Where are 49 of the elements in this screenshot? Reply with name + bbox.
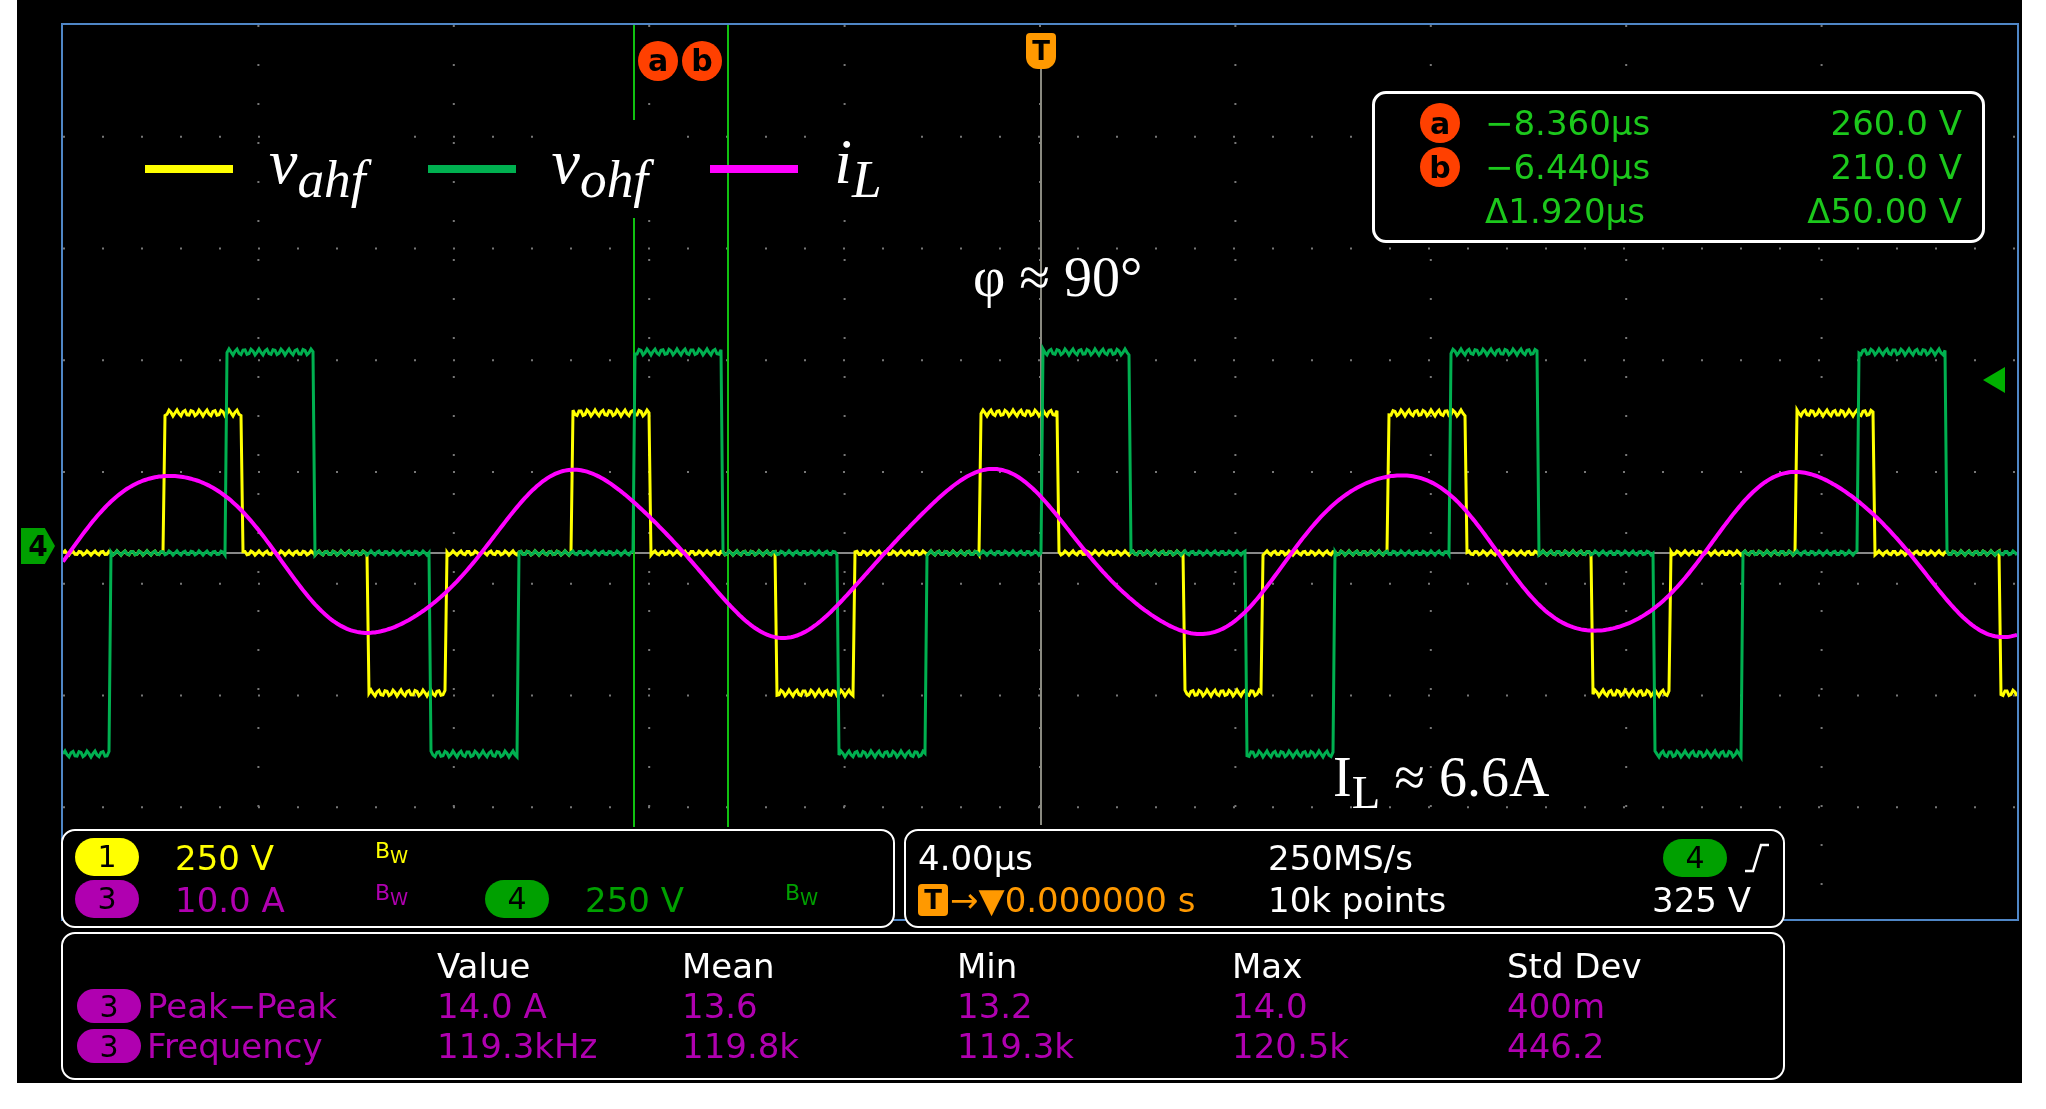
channel-scale: 250 V bbox=[585, 879, 685, 920]
measurement-value: 14.0 A bbox=[437, 986, 548, 1026]
column-header: Value bbox=[437, 946, 532, 986]
column-header: Std Dev bbox=[1507, 946, 1643, 986]
cursor-time: −6.440µs bbox=[1485, 147, 1651, 187]
annotation-text: φ ≈ 90° bbox=[973, 245, 1143, 309]
source-badge: 3 bbox=[77, 1029, 141, 1063]
trigger-marker[interactable]: T bbox=[1026, 33, 1056, 69]
cursor-value: Δ50.00 V bbox=[1807, 191, 1962, 231]
measurement-name: Peak−Peak bbox=[147, 986, 337, 1026]
channel-badge[interactable]: 4 bbox=[485, 879, 549, 918]
cursor-time: Δ1.920µs bbox=[1485, 191, 1645, 231]
cursor-value: 210.0 V bbox=[1830, 147, 1962, 187]
measurement-name: Frequency bbox=[147, 1026, 323, 1066]
cursor-time: −8.360µs bbox=[1485, 103, 1651, 143]
channel-badge[interactable]: 3 bbox=[75, 879, 139, 918]
measurement-value: 119.3kHz bbox=[437, 1026, 599, 1066]
column-header: Max bbox=[1232, 946, 1304, 986]
column-header: Min bbox=[957, 946, 1019, 986]
sample-rate: 250MS/s bbox=[1268, 837, 1414, 878]
cursor-marker: a bbox=[1420, 103, 1460, 143]
cursor-value: 260.0 V bbox=[1830, 103, 1962, 143]
cursor-marker: b bbox=[1420, 147, 1460, 187]
measurement-value: 119.8k bbox=[682, 1026, 801, 1066]
measurement-value: 120.5k bbox=[1232, 1026, 1351, 1066]
channel-ground-marker: 4 bbox=[21, 528, 55, 564]
cursor-marker[interactable]: b bbox=[682, 41, 722, 81]
bandwidth-limit-label: B$_{W}$ bbox=[785, 879, 820, 911]
time-scale: 4.00µs bbox=[918, 837, 1035, 878]
trigger-badge: T bbox=[918, 883, 948, 916]
annotation-text: I$_{L}$ ≈ 6.6A bbox=[1333, 745, 1550, 820]
measurement-value: 400m bbox=[1507, 986, 1606, 1026]
bandwidth-limit-label: B$_{W}$ bbox=[375, 837, 410, 869]
trigger-source-badge[interactable]: 4 bbox=[1663, 838, 1727, 877]
column-header: Mean bbox=[682, 946, 776, 986]
cursor-marker[interactable]: a bbox=[638, 41, 678, 81]
measurement-value: 14.0 bbox=[1232, 986, 1309, 1026]
measurement-value: 119.3k bbox=[957, 1026, 1076, 1066]
measurement-value: 446.2 bbox=[1507, 1026, 1606, 1066]
trigger-level: 325 V bbox=[1652, 879, 1751, 920]
trigger-delay: →▼0.000000 s bbox=[950, 879, 1196, 920]
channel-scale: 10.0 A bbox=[175, 879, 286, 920]
measurement-value: 13.2 bbox=[957, 986, 1034, 1026]
record-length: 10k points bbox=[1268, 879, 1448, 920]
channel-badge[interactable]: 1 bbox=[75, 837, 139, 876]
measurement-value: 13.6 bbox=[682, 986, 759, 1026]
channel-scale: 250 V bbox=[175, 837, 275, 878]
bandwidth-limit-label: B$_{W}$ bbox=[375, 879, 410, 911]
source-badge: 3 bbox=[77, 989, 141, 1023]
